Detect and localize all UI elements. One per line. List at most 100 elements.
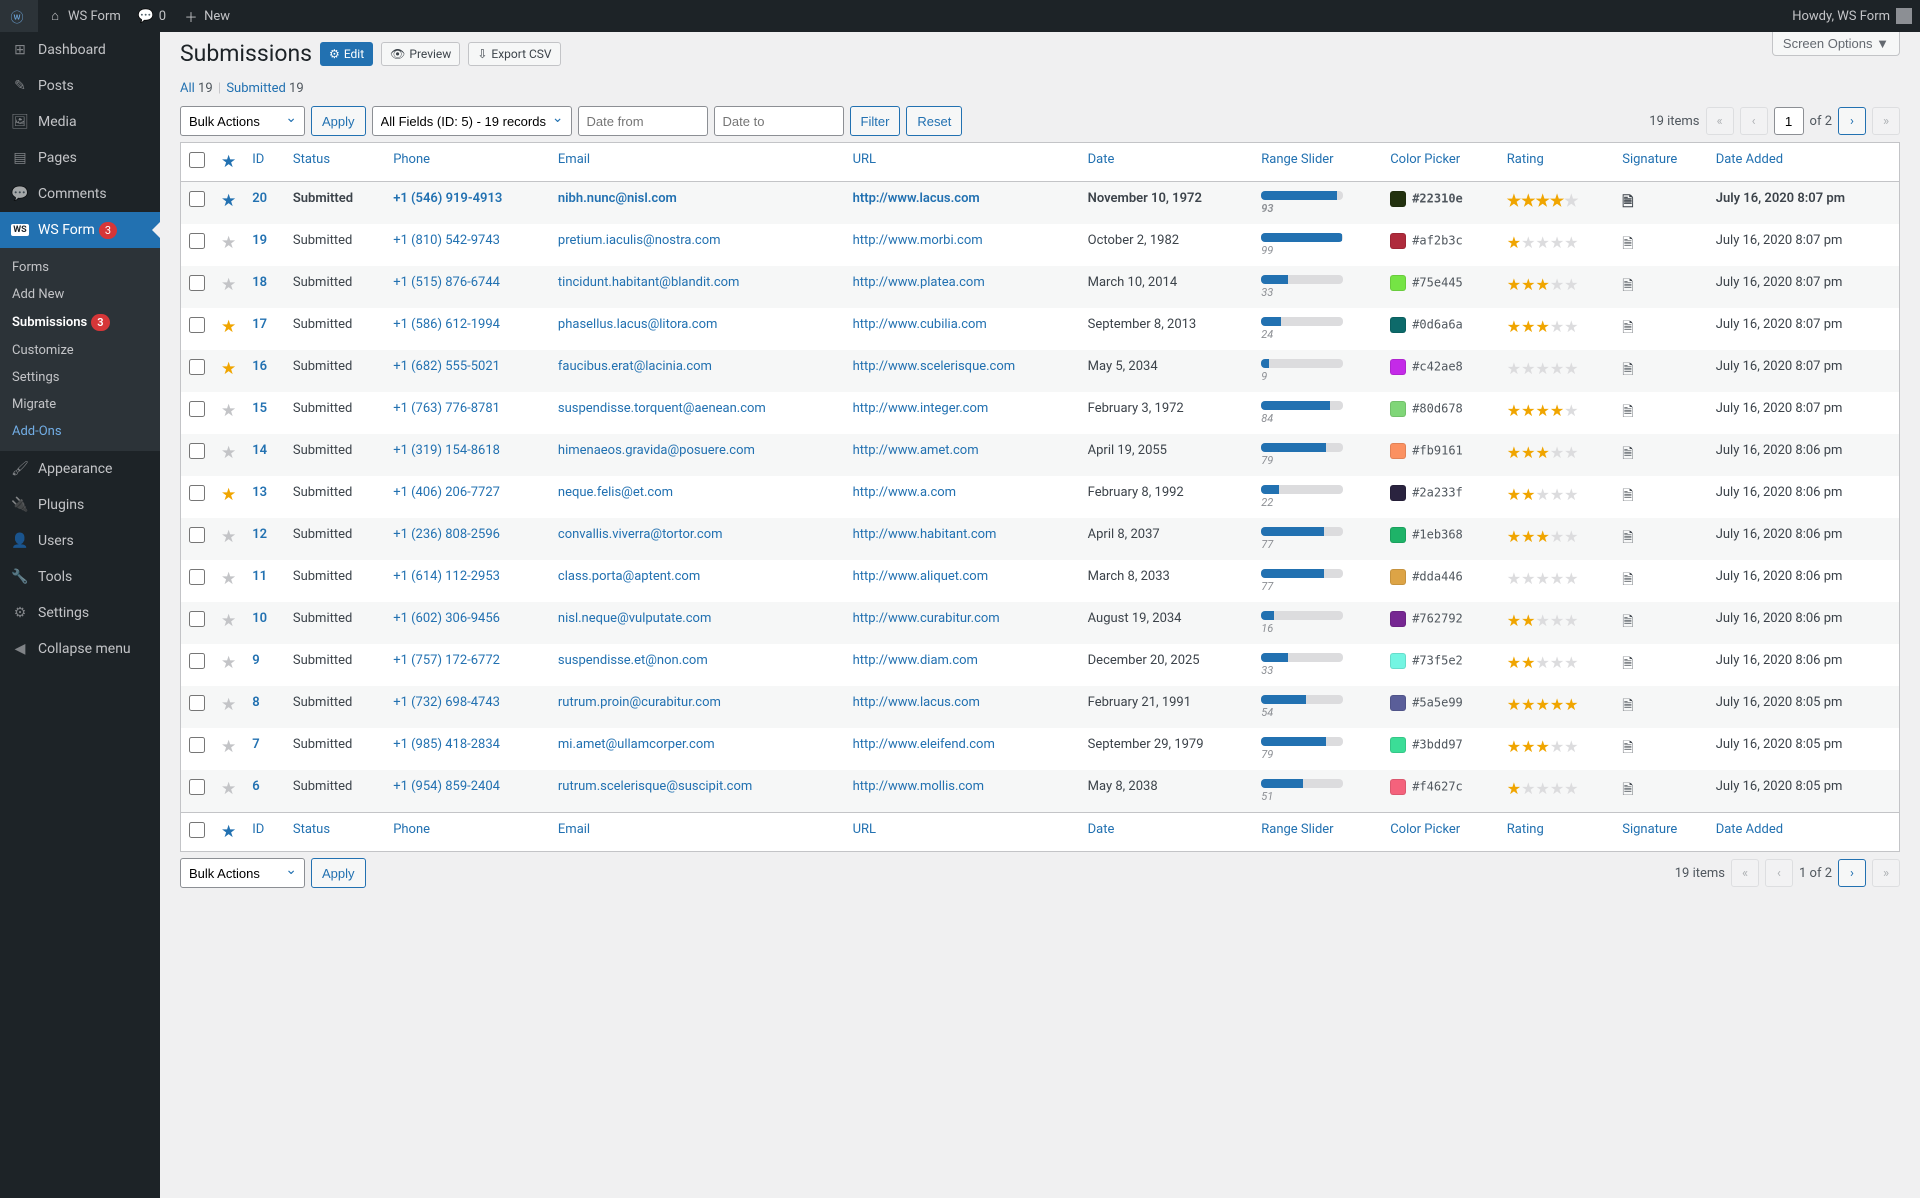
sidebar-item-appearance[interactable]: 🖌Appearance [0, 451, 160, 487]
row-checkbox[interactable] [189, 737, 205, 753]
email-link[interactable]: suspendisse.et@non.com [558, 653, 708, 668]
phone-link[interactable]: +1 (515) 876-6744 [393, 275, 500, 290]
id-link[interactable]: 8 [252, 695, 259, 710]
id-link[interactable]: 19 [252, 233, 267, 248]
submenu-item-settings[interactable]: Settings [0, 364, 160, 391]
col-url[interactable]: URL [845, 812, 1080, 851]
url-link[interactable]: http://www.mollis.com [853, 779, 984, 794]
email-link[interactable]: tincidunt.habitant@blandit.com [558, 275, 740, 290]
url-link[interactable]: http://www.cubilia.com [853, 317, 987, 332]
screen-options-toggle[interactable]: Screen Options ▼ [1772, 32, 1900, 56]
current-page-input[interactable] [1774, 107, 1804, 135]
col-id[interactable]: ID [244, 812, 285, 851]
submenu-item-add-new[interactable]: Add New [0, 281, 160, 308]
row-checkbox[interactable] [189, 275, 205, 291]
sidebar-item-comments[interactable]: 💬Comments [0, 176, 160, 212]
field-select[interactable]: All Fields (ID: 5) - 19 records [372, 106, 572, 136]
col-url[interactable]: URL [845, 143, 1080, 182]
id-link[interactable]: 10 [252, 611, 267, 626]
row-checkbox[interactable] [189, 527, 205, 543]
star-toggle[interactable]: ★ [221, 527, 236, 547]
id-link[interactable]: 20 [252, 191, 267, 206]
phone-link[interactable]: +1 (682) 555-5021 [393, 359, 500, 374]
star-toggle[interactable]: ★ [221, 275, 236, 295]
row-checkbox[interactable] [189, 317, 205, 333]
email-link[interactable]: faucibus.erat@lacinia.com [558, 359, 712, 374]
sidebar-item-dashboard[interactable]: ⊞Dashboard [0, 32, 160, 68]
row-checkbox[interactable] [189, 485, 205, 501]
sidebar-item-plugins[interactable]: 🔌Plugins [0, 487, 160, 523]
reset-button[interactable]: Reset [906, 106, 962, 136]
prev-page-button-bottom[interactable]: ‹ [1765, 859, 1793, 887]
submenu-item-forms[interactable]: Forms [0, 254, 160, 281]
row-checkbox[interactable] [189, 191, 205, 207]
col-date-added[interactable]: Date Added [1708, 143, 1899, 182]
star-toggle[interactable]: ★ [221, 737, 236, 757]
phone-link[interactable]: +1 (985) 418-2834 [393, 737, 500, 752]
id-link[interactable]: 18 [252, 275, 267, 290]
sidebar-item-collapse-menu[interactable]: ◀Collapse menu [0, 631, 160, 667]
phone-link[interactable]: +1 (757) 172-6772 [393, 653, 500, 668]
phone-link[interactable]: +1 (810) 542-9743 [393, 233, 500, 248]
row-checkbox[interactable] [189, 401, 205, 417]
url-link[interactable]: http://www.amet.com [853, 443, 979, 458]
id-link[interactable]: 14 [252, 443, 267, 458]
star-toggle[interactable]: ★ [221, 233, 236, 253]
url-link[interactable]: http://www.scelerisque.com [853, 359, 1016, 374]
col-id[interactable]: ID [244, 143, 285, 182]
col-phone[interactable]: Phone [385, 812, 550, 851]
col-range-slider[interactable]: Range Slider [1253, 812, 1382, 851]
star-toggle[interactable]: ★ [221, 695, 236, 715]
row-checkbox[interactable] [189, 359, 205, 375]
col-email[interactable]: Email [550, 143, 845, 182]
email-link[interactable]: pretium.iaculis@nostra.com [558, 233, 721, 248]
submenu-item-customize[interactable]: Customize [0, 337, 160, 364]
url-link[interactable]: http://www.platea.com [853, 275, 985, 290]
sidebar-item-users[interactable]: 👤Users [0, 523, 160, 559]
id-link[interactable]: 12 [252, 527, 267, 542]
comments-bubble[interactable]: 💬0 [129, 0, 174, 32]
sidebar-item-posts[interactable]: ✎Posts [0, 68, 160, 104]
phone-link[interactable]: +1 (732) 698-4743 [393, 695, 500, 710]
url-link[interactable]: http://www.diam.com [853, 653, 978, 668]
id-link[interactable]: 16 [252, 359, 267, 374]
email-link[interactable]: class.porta@aptent.com [558, 569, 700, 584]
filter-all[interactable]: All [180, 81, 195, 96]
submenu-item-add-ons[interactable]: Add-Ons [0, 418, 160, 445]
phone-link[interactable]: +1 (602) 306-9456 [393, 611, 500, 626]
sidebar-item-ws-form[interactable]: WSWS Form3 [0, 212, 160, 248]
row-checkbox[interactable] [189, 653, 205, 669]
email-link[interactable]: neque.felis@et.com [558, 485, 673, 500]
url-link[interactable]: http://www.lacus.com [853, 695, 980, 710]
url-link[interactable]: http://www.eleifend.com [853, 737, 995, 752]
col-color-picker[interactable]: Color Picker [1382, 143, 1499, 182]
first-page-button[interactable]: « [1706, 107, 1734, 135]
star-toggle[interactable]: ★ [221, 779, 236, 799]
star-toggle[interactable]: ★ [221, 653, 236, 673]
row-checkbox[interactable] [189, 611, 205, 627]
phone-link[interactable]: +1 (586) 612-1994 [393, 317, 500, 332]
last-page-button-bottom[interactable]: » [1872, 859, 1900, 887]
phone-link[interactable]: +1 (236) 808-2596 [393, 527, 500, 542]
star-header[interactable]: ★ [213, 812, 244, 851]
col-rating[interactable]: Rating [1499, 812, 1614, 851]
email-link[interactable]: rutrum.scelerisque@suscipit.com [558, 779, 752, 794]
col-date[interactable]: Date [1080, 143, 1254, 182]
wp-logo[interactable]: ⓦ [0, 0, 38, 32]
phone-link[interactable]: +1 (319) 154-8618 [393, 443, 500, 458]
col-date[interactable]: Date [1080, 812, 1254, 851]
col-status[interactable]: Status [285, 143, 385, 182]
select-all-checkbox[interactable] [189, 822, 205, 838]
url-link[interactable]: http://www.curabitur.com [853, 611, 1000, 626]
edit-button[interactable]: ⚙Edit [320, 42, 373, 66]
star-toggle[interactable]: ★ [221, 611, 236, 631]
row-checkbox[interactable] [189, 443, 205, 459]
email-link[interactable]: rutrum.proin@curabitur.com [558, 695, 721, 710]
row-checkbox[interactable] [189, 695, 205, 711]
col-phone[interactable]: Phone [385, 143, 550, 182]
email-link[interactable]: himenaeos.gravida@posuere.com [558, 443, 755, 458]
row-checkbox[interactable] [189, 233, 205, 249]
star-header[interactable]: ★ [213, 143, 244, 182]
email-link[interactable]: suspendisse.torquent@aenean.com [558, 401, 766, 416]
url-link[interactable]: http://www.aliquet.com [853, 569, 989, 584]
